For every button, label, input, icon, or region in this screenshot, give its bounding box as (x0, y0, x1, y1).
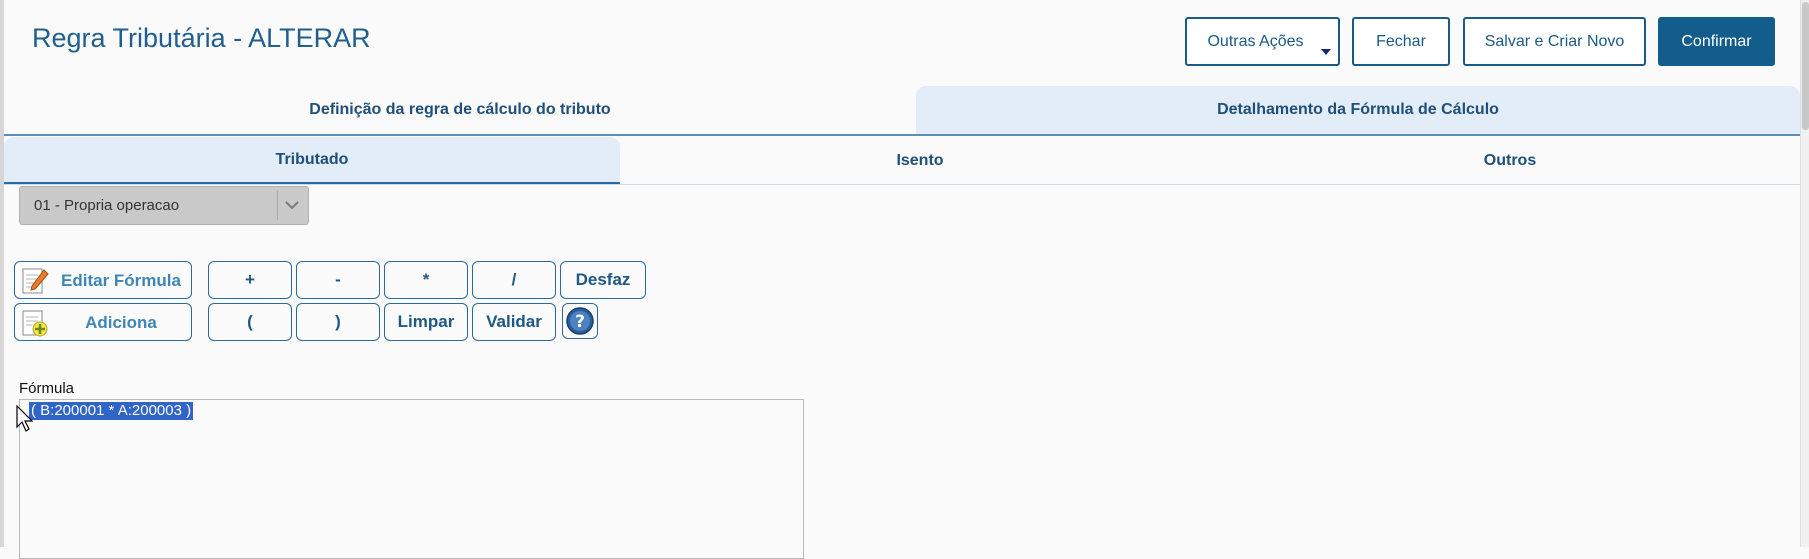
formula-textarea[interactable]: ( B:200001 * A:200003 ) (19, 399, 804, 559)
window-left-border (0, 0, 4, 547)
divide-button[interactable]: / (472, 261, 556, 299)
fechar-button[interactable]: Fechar (1352, 17, 1450, 66)
help-button[interactable]: ? (562, 303, 598, 339)
validar-button[interactable]: Validar (472, 303, 556, 341)
sub-tabs: Tributado Isento Outros (4, 137, 1800, 185)
mouse-cursor-icon (16, 405, 34, 432)
open-paren-button[interactable]: ( (208, 303, 292, 341)
operation-select[interactable]: 01 - Propria operacao (19, 186, 309, 225)
desfaz-button[interactable]: Desfaz (560, 261, 646, 299)
vertical-scrollbar[interactable] (1800, 0, 1809, 547)
operation-select-value: 01 - Propria operacao (34, 197, 180, 214)
tab-outros[interactable]: Outros (1220, 137, 1800, 184)
formula-label: Fórmula (19, 380, 75, 397)
tab-detalhamento-formula[interactable]: Detalhamento da Fórmula de Cálculo (916, 86, 1800, 134)
limpar-button[interactable]: Limpar (384, 303, 468, 341)
main-tabs: Definição da regra de cálculo do tributo… (4, 86, 1800, 136)
select-divider (277, 191, 278, 220)
close-paren-button[interactable]: ) (296, 303, 380, 341)
chevron-down-icon (285, 201, 299, 210)
multiply-button[interactable]: * (384, 261, 468, 299)
editar-formula-label: Editar Fórmula (61, 271, 181, 290)
scrollbar-thumb[interactable] (1802, 2, 1809, 130)
tab-definicao-regra[interactable]: Definição da regra de cálculo do tributo (4, 86, 916, 134)
caret-down-icon (1321, 49, 1331, 55)
page-title: Regra Tributária - ALTERAR (32, 23, 371, 53)
svg-text:?: ? (575, 312, 585, 332)
edit-document-icon (22, 268, 49, 294)
outras-acoes-label: Outras Ações (1207, 32, 1304, 50)
editar-formula-button[interactable]: Editar Fórmula (14, 261, 192, 299)
tab-isento[interactable]: Isento (620, 137, 1220, 184)
add-document-icon (22, 310, 48, 337)
help-icon: ? (566, 307, 594, 335)
outras-acoes-button[interactable]: Outras Ações (1185, 17, 1340, 66)
salvar-criar-novo-button[interactable]: Salvar e Criar Novo (1463, 17, 1646, 66)
formula-selected-text: ( B:200001 * A:200003 ) (29, 402, 194, 420)
plus-button[interactable]: + (208, 261, 292, 299)
minus-button[interactable]: - (296, 261, 380, 299)
adiciona-label: Adiciona (85, 313, 157, 332)
adiciona-button[interactable]: Adiciona (14, 303, 192, 341)
tab-tributado[interactable]: Tributado (4, 137, 620, 184)
confirmar-button[interactable]: Confirmar (1658, 17, 1775, 66)
